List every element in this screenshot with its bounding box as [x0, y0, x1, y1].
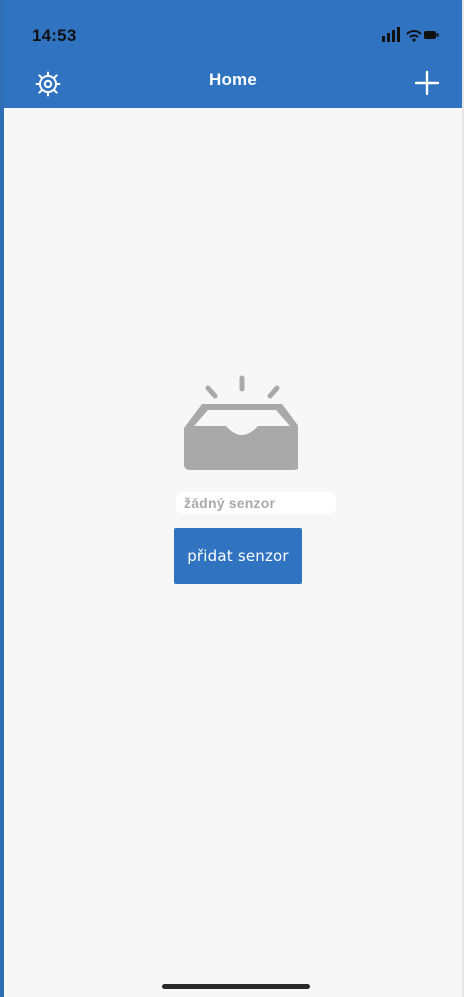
add-sensor-button[interactable]: přidat senzor	[174, 528, 302, 584]
home-indicator[interactable]	[162, 984, 310, 989]
main-content: žádný senzor přidat senzor	[4, 108, 462, 997]
phone-screen: 14:53 Home žádný senzor přidat senzor	[0, 0, 464, 997]
status-icons	[380, 26, 440, 44]
empty-message: žádný senzor	[176, 492, 336, 514]
empty-inbox-icon	[184, 375, 300, 470]
empty-inbox-illustration	[168, 370, 300, 480]
plus-icon	[414, 70, 440, 96]
empty-state: žádný senzor přidat senzor	[4, 370, 462, 630]
status-time: 14:53	[32, 26, 77, 45]
status-indicators-icon	[382, 27, 439, 42]
add-button[interactable]	[412, 68, 442, 98]
page-title: Home	[208, 70, 258, 89]
top-bar: 14:53 Home	[4, 0, 462, 108]
